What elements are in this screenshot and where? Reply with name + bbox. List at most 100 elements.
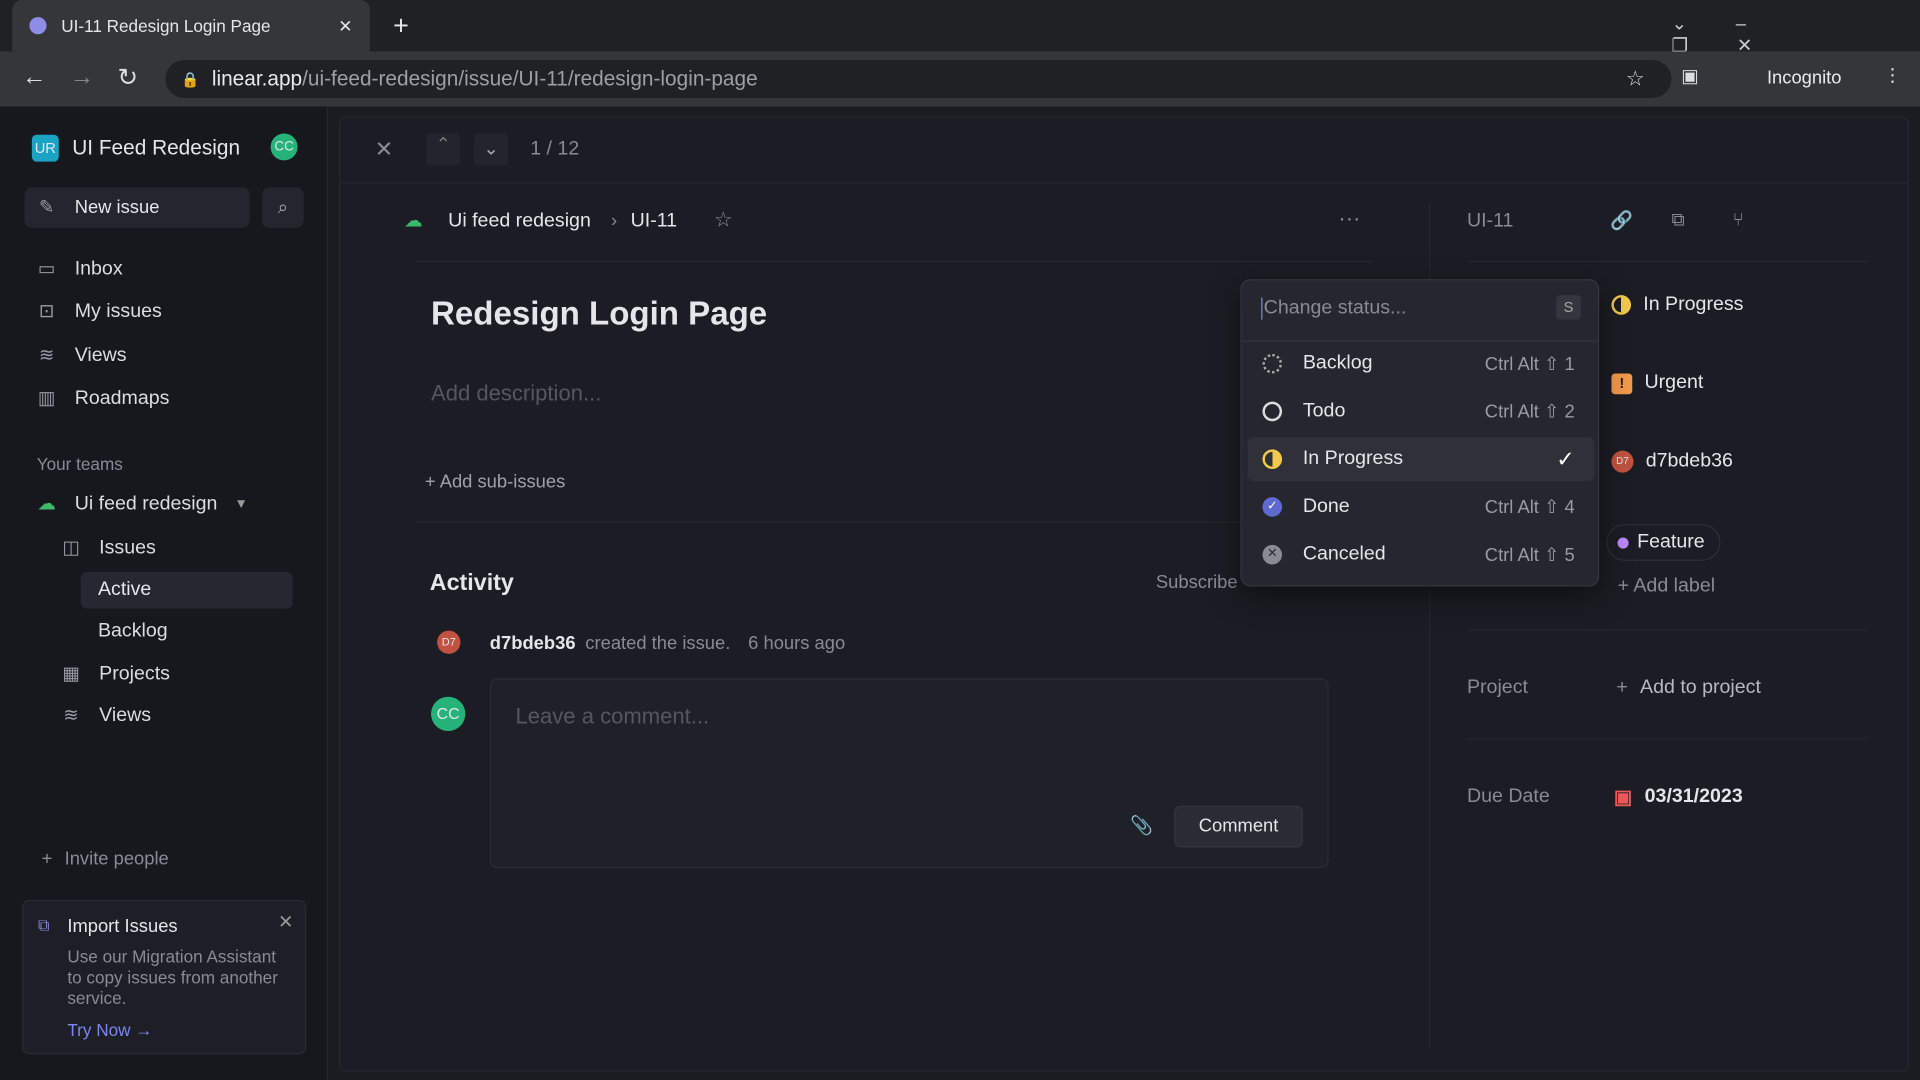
sidebar-item-my-issues[interactable]: ⊡ My issues xyxy=(36,301,162,323)
import-body: Use our Migration Assistant to copy issu… xyxy=(67,946,278,1008)
plus-icon: + xyxy=(41,848,53,870)
comment-box[interactable]: Leave a comment... 📎 Comment xyxy=(489,678,1329,869)
priority-value: Urgent xyxy=(1644,372,1704,394)
sidebar-item-roadmaps[interactable]: ▥ Roadmaps xyxy=(36,388,170,410)
divider xyxy=(416,260,1372,263)
backlog-icon xyxy=(1262,353,1283,374)
breadcrumb-team[interactable]: Ui feed redesign xyxy=(448,211,591,233)
add-sub-issues-button[interactable]: + Add sub-issues xyxy=(425,471,565,492)
due-date-label: Due Date xyxy=(1466,786,1550,807)
priority-property[interactable]: ! Urgent xyxy=(1611,372,1703,394)
in-progress-icon xyxy=(1611,295,1632,315)
option-label: Backlog xyxy=(1302,352,1373,374)
reload-icon[interactable]: ↻ xyxy=(118,62,139,93)
option-label: Done xyxy=(1302,495,1350,517)
more-options-icon[interactable]: ··· xyxy=(1338,206,1360,232)
new-issue-button[interactable]: ✎ New issue xyxy=(24,187,250,228)
next-issue-button[interactable]: ⌄ xyxy=(473,133,509,166)
issue-title[interactable]: Redesign Login Page xyxy=(431,295,767,333)
search-button[interactable]: ⌕ xyxy=(262,187,304,228)
status-option-done[interactable]: ✓ Done Ctrl Alt ⇧ 4 xyxy=(1248,485,1595,529)
url-path: /ui-feed-redesign/issue/UI-11/redesign-l… xyxy=(302,66,758,91)
event-time: 6 hours ago xyxy=(748,633,846,654)
add-to-project-button[interactable]: + Add to project xyxy=(1616,677,1761,699)
sidebar-item-team-views[interactable]: ≋ Views xyxy=(60,705,151,727)
copy-link-icon[interactable]: 🔗 xyxy=(1610,209,1633,232)
project-label: Project xyxy=(1466,677,1528,698)
sidebar-item-views[interactable]: ≋ Views xyxy=(36,345,127,367)
grid-icon: ▦ xyxy=(62,663,80,685)
linear-logo-icon xyxy=(29,17,47,35)
sidebar-item-active[interactable]: Active xyxy=(80,571,293,609)
browser-tab[interactable]: UI-11 Redesign Login Page ✕ xyxy=(12,0,370,52)
user-avatar[interactable]: CC xyxy=(270,133,298,161)
label: Issues xyxy=(99,537,156,559)
incognito-profile[interactable]: Incognito xyxy=(1767,67,1842,88)
window-controls[interactable]: ⌄–❐✕ xyxy=(1671,12,1920,56)
breadcrumb-id[interactable]: UI-11 xyxy=(631,211,677,233)
label: Views xyxy=(74,345,127,367)
sidebar-item-backlog[interactable]: Backlog xyxy=(98,621,168,643)
close-icon[interactable]: ✕ xyxy=(278,911,293,933)
status-option-canceled[interactable]: ✕ Canceled Ctrl Alt ⇧ 5 xyxy=(1248,533,1595,577)
forward-icon[interactable]: → xyxy=(70,64,94,92)
status-property[interactable]: In Progress xyxy=(1611,294,1743,316)
back-icon[interactable]: ← xyxy=(22,64,46,92)
sidebar-toggle-icon[interactable]: ▣ xyxy=(1681,65,1698,87)
workspace-name[interactable]: UI Feed Redesign xyxy=(72,136,240,160)
label-dot-icon xyxy=(1617,536,1629,548)
copy-id-icon[interactable]: ⧉ xyxy=(1671,209,1684,230)
sidebar-item-projects[interactable]: ▦ Projects xyxy=(60,664,170,686)
invite-people[interactable]: + Invite people xyxy=(42,849,169,870)
my-issues-icon: ⊡ xyxy=(38,301,55,323)
label: Ui feed redesign xyxy=(74,493,218,515)
team-ui-feed-redesign[interactable]: ☁ Ui feed redesign ▼ xyxy=(36,493,247,515)
label: Inbox xyxy=(74,258,123,280)
todo-icon xyxy=(1262,401,1283,422)
attachment-icon[interactable]: 📎 xyxy=(1130,814,1153,837)
favorite-star-icon[interactable]: ☆ xyxy=(714,208,733,232)
previous-issue-button[interactable]: ⌃ xyxy=(426,133,461,166)
in-progress-icon xyxy=(1262,449,1283,469)
calendar-overdue-icon: ▣ xyxy=(1613,787,1633,809)
import-icon: ⧉ xyxy=(37,915,50,935)
issues-icon: ◫ xyxy=(62,537,80,559)
divider xyxy=(1466,260,1868,263)
layers-icon: ≋ xyxy=(63,705,79,727)
label: Roadmaps xyxy=(74,388,170,409)
new-tab-icon[interactable]: + xyxy=(393,10,409,42)
status-option-in-progress[interactable]: In Progress ✓ xyxy=(1247,437,1595,482)
try-now-link[interactable]: Try Now → xyxy=(67,1020,152,1040)
done-icon: ✓ xyxy=(1262,497,1283,517)
menu-icon[interactable]: ⋮ xyxy=(1883,64,1901,86)
import-title: Import Issues xyxy=(67,915,178,937)
option-shortcut: Ctrl Alt ⇧ 4 xyxy=(1484,497,1575,518)
workspace-logo[interactable]: UR xyxy=(31,134,59,162)
event-user[interactable]: d7bdeb36 xyxy=(490,633,576,654)
star-icon[interactable]: ☆ xyxy=(1626,67,1645,91)
sidebar-item-issues[interactable]: ◫ Issues xyxy=(60,537,156,560)
label-chip[interactable]: Feature xyxy=(1606,524,1721,561)
status-option-backlog[interactable]: Backlog Ctrl Alt ⇧ 1 xyxy=(1248,342,1595,386)
event-avatar: D7 xyxy=(437,630,461,654)
status-option-todo[interactable]: Todo Ctrl Alt ⇧ 2 xyxy=(1248,389,1595,433)
add-label-button[interactable]: + Add label xyxy=(1618,576,1716,598)
subscribe-button[interactable]: Subscribe xyxy=(1156,572,1238,593)
event-text: created the issue. xyxy=(585,633,731,654)
assignee-property[interactable]: D7 d7bdeb36 xyxy=(1611,450,1733,473)
close-tab-icon[interactable]: ✕ xyxy=(338,15,352,36)
due-date-property[interactable]: ▣ 03/31/2023 xyxy=(1614,785,1743,809)
status-search-input[interactable]: Change status... xyxy=(1261,297,1406,320)
sidebar: UR UI Feed Redesign CC ✎ New issue ⌕ ▭ Inb… xyxy=(0,106,329,1080)
option-shortcut: Ctrl Alt ⇧ 5 xyxy=(1484,544,1575,566)
url-field[interactable]: 🔒 linear.app/ui-feed-redesign/issue/UI-11… xyxy=(165,60,1672,98)
branch-icon[interactable]: ⑂ xyxy=(1733,209,1744,230)
teams-heading: Your teams xyxy=(36,454,123,474)
description-input[interactable]: Add description... xyxy=(431,381,601,407)
option-shortcut: Ctrl Alt ⇧ 1 xyxy=(1484,353,1575,375)
comment-input[interactable]: Leave a comment... xyxy=(516,704,710,730)
sidebar-item-inbox[interactable]: ▭ Inbox xyxy=(36,258,123,280)
close-icon[interactable]: ✕ xyxy=(375,137,393,163)
comment-button[interactable]: Comment xyxy=(1174,805,1303,848)
import-issues-card: ⧉ Import Issues ✕ Use our Migration Assi… xyxy=(22,900,307,1055)
